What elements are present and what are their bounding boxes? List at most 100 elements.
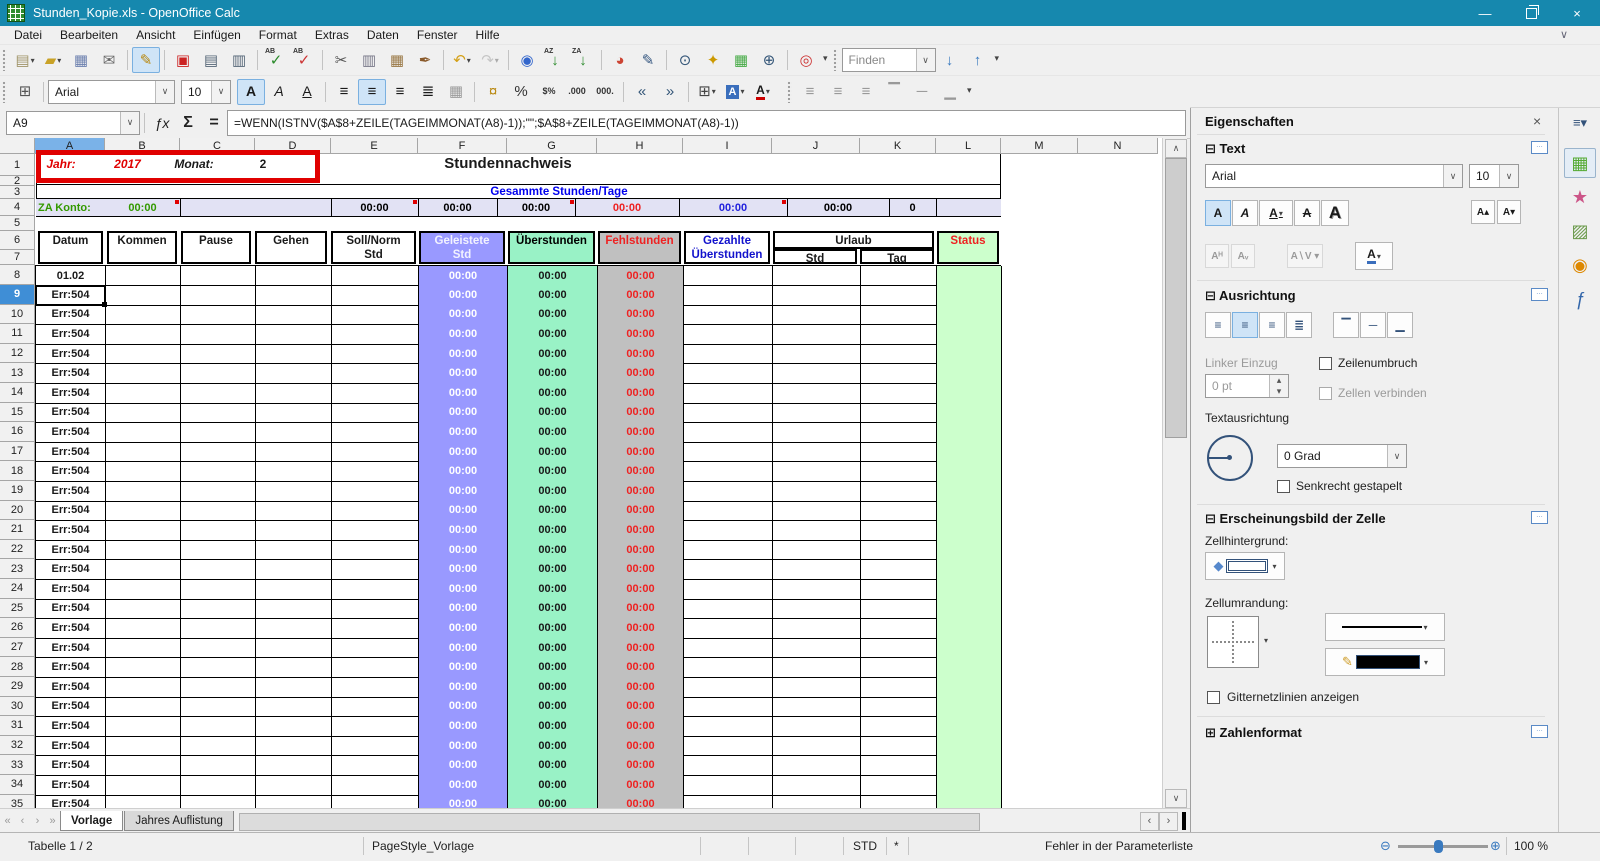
- row-header-19[interactable]: 19: [0, 481, 35, 501]
- cell-K32[interactable]: [861, 735, 937, 757]
- cell-J23[interactable]: [773, 559, 861, 580]
- cell-total-J[interactable]: 00:00: [787, 199, 889, 216]
- row-header-31[interactable]: 31: [0, 716, 35, 736]
- align-justify-button[interactable]: ≣: [1286, 312, 1312, 338]
- cell-A11[interactable]: Err:504: [36, 324, 106, 345]
- cell-H8[interactable]: 00:00: [598, 266, 684, 286]
- find-toolbar-grip[interactable]: [832, 49, 838, 71]
- menubar-overflow-icon[interactable]: ∨: [1560, 28, 1568, 41]
- next-sheet-icon[interactable]: ›: [30, 813, 45, 829]
- find-previous-button[interactable]: ↑: [964, 47, 992, 73]
- zoom-in-icon[interactable]: ⊕: [1490, 838, 1501, 854]
- cell-C26[interactable]: [181, 618, 256, 639]
- cell-G14[interactable]: 00:00: [508, 383, 598, 404]
- cell-K13[interactable]: [861, 363, 937, 384]
- background-color-dropdown-icon[interactable]: ▾: [1272, 562, 1276, 571]
- cell-J29[interactable]: [773, 677, 861, 698]
- cell-A13[interactable]: Err:504: [36, 363, 106, 384]
- cell-E20[interactable]: [332, 500, 419, 522]
- format-toolbar-grip[interactable]: [2, 80, 7, 103]
- cell-F22[interactable]: 00:00: [419, 539, 508, 561]
- cell-A16[interactable]: Err:504: [36, 422, 106, 443]
- cell-E33[interactable]: [332, 755, 419, 776]
- cell-F24[interactable]: 00:00: [419, 579, 508, 600]
- scroll-left-icon[interactable]: ‹: [1140, 811, 1159, 831]
- cell-J34[interactable]: [773, 775, 861, 796]
- cell-K21[interactable]: [861, 520, 937, 541]
- cell-B23[interactable]: [106, 559, 181, 580]
- cell-K23[interactable]: [861, 559, 937, 580]
- borders-button[interactable]: ⊞ ▾: [693, 79, 721, 105]
- column-header-E[interactable]: E: [331, 138, 418, 154]
- cell-F13[interactable]: 00:00: [419, 363, 508, 384]
- cell-C17[interactable]: [181, 441, 256, 463]
- decrease-font-size-button[interactable]: A▾: [1497, 200, 1521, 224]
- align-middle-button[interactable]: ─: [1360, 312, 1386, 338]
- cell-E32[interactable]: [332, 735, 419, 757]
- cell-H20[interactable]: 00:00: [598, 500, 684, 522]
- cell-D13[interactable]: [256, 363, 332, 384]
- cell-A34[interactable]: Err:504: [36, 775, 106, 796]
- cell-G13[interactable]: 00:00: [508, 363, 598, 384]
- show-gridlines-checkbox[interactable]: [1207, 691, 1220, 704]
- sidebar-font-size-dropdown-icon[interactable]: ∨: [1499, 165, 1518, 187]
- cell-A24[interactable]: Err:504: [36, 579, 106, 600]
- spellcheck-button[interactable]: AB ✓: [262, 47, 290, 73]
- background-color-button[interactable]: A ▾: [721, 79, 749, 105]
- cell-H33[interactable]: 00:00: [598, 755, 684, 776]
- cell-L27[interactable]: [937, 637, 1002, 659]
- open-button[interactable]: ▰ ▾: [39, 47, 67, 73]
- tb-std-overflow[interactable]: ▾: [823, 53, 828, 64]
- cell-total-E[interactable]: 00:00: [331, 199, 418, 216]
- name-box[interactable]: A9 ∨: [6, 110, 140, 135]
- cell-J9[interactable]: [773, 285, 861, 306]
- cell-H29[interactable]: 00:00: [598, 677, 684, 698]
- cell-G33[interactable]: 00:00: [508, 755, 598, 776]
- horizontal-scroll-thumb[interactable]: [238, 812, 980, 831]
- cell-F9[interactable]: 00:00: [419, 285, 508, 306]
- cell-L29[interactable]: [937, 677, 1002, 698]
- cell-C12[interactable]: [181, 343, 256, 365]
- cell-I35[interactable]: [684, 794, 773, 808]
- cell-H15[interactable]: 00:00: [598, 402, 684, 424]
- cell-F16[interactable]: 00:00: [419, 422, 508, 443]
- cell-D16[interactable]: [256, 422, 332, 443]
- cell-J26[interactable]: [773, 618, 861, 639]
- cell-E19[interactable]: [332, 481, 419, 502]
- sidebar-italic-button[interactable]: A: [1232, 200, 1258, 226]
- cell-L9[interactable]: [937, 285, 1002, 306]
- cell-C29[interactable]: [181, 677, 256, 698]
- cell-D8[interactable]: [256, 266, 332, 286]
- cell-C23[interactable]: [181, 559, 256, 580]
- cell-A10[interactable]: Err:504: [36, 304, 106, 326]
- cell-G22[interactable]: 00:00: [508, 539, 598, 561]
- row-header-34[interactable]: 34: [0, 775, 35, 795]
- previous-sheet-icon[interactable]: ‹: [15, 813, 30, 829]
- selection-mode[interactable]: STD: [853, 839, 877, 853]
- cell-J24[interactable]: [773, 579, 861, 600]
- header-soll-norm-std[interactable]: Soll/Norm Std: [331, 231, 416, 264]
- cell-A28[interactable]: Err:504: [36, 657, 106, 678]
- cell-L21[interactable]: [937, 520, 1002, 541]
- minimize-button[interactable]: —: [1462, 0, 1508, 26]
- cell-H30[interactable]: 00:00: [598, 696, 684, 718]
- cell-H19[interactable]: 00:00: [598, 481, 684, 502]
- cell-D9[interactable]: [256, 285, 332, 306]
- new-document-button[interactable]: ▤ ▾: [11, 47, 39, 73]
- border-picker-dropdown-icon[interactable]: ▾: [1264, 636, 1268, 645]
- cell-G25[interactable]: 00:00: [508, 598, 598, 620]
- formula-input[interactable]: =WENN(ISTNV($A$8+ZEILE(TAGEIMMONAT(A8)-1…: [227, 109, 1186, 136]
- sidebar-tab-gallery[interactable]: ▨: [1564, 216, 1596, 246]
- cell-B13[interactable]: [106, 363, 181, 384]
- row-header-30[interactable]: 30: [0, 696, 35, 717]
- sidebar-underline-button[interactable]: A ▾: [1259, 200, 1293, 226]
- function-button[interactable]: =: [201, 111, 227, 135]
- cell-L28[interactable]: [937, 657, 1002, 678]
- increase-indent-button[interactable]: »: [656, 79, 684, 105]
- column-header-I[interactable]: I: [683, 138, 772, 154]
- underline-dropdown-icon[interactable]: ▾: [1279, 209, 1283, 218]
- cell-K25[interactable]: [861, 598, 937, 620]
- cell-D20[interactable]: [256, 500, 332, 522]
- cell-A19[interactable]: Err:504: [36, 481, 106, 502]
- row-header-33[interactable]: 33: [0, 755, 35, 775]
